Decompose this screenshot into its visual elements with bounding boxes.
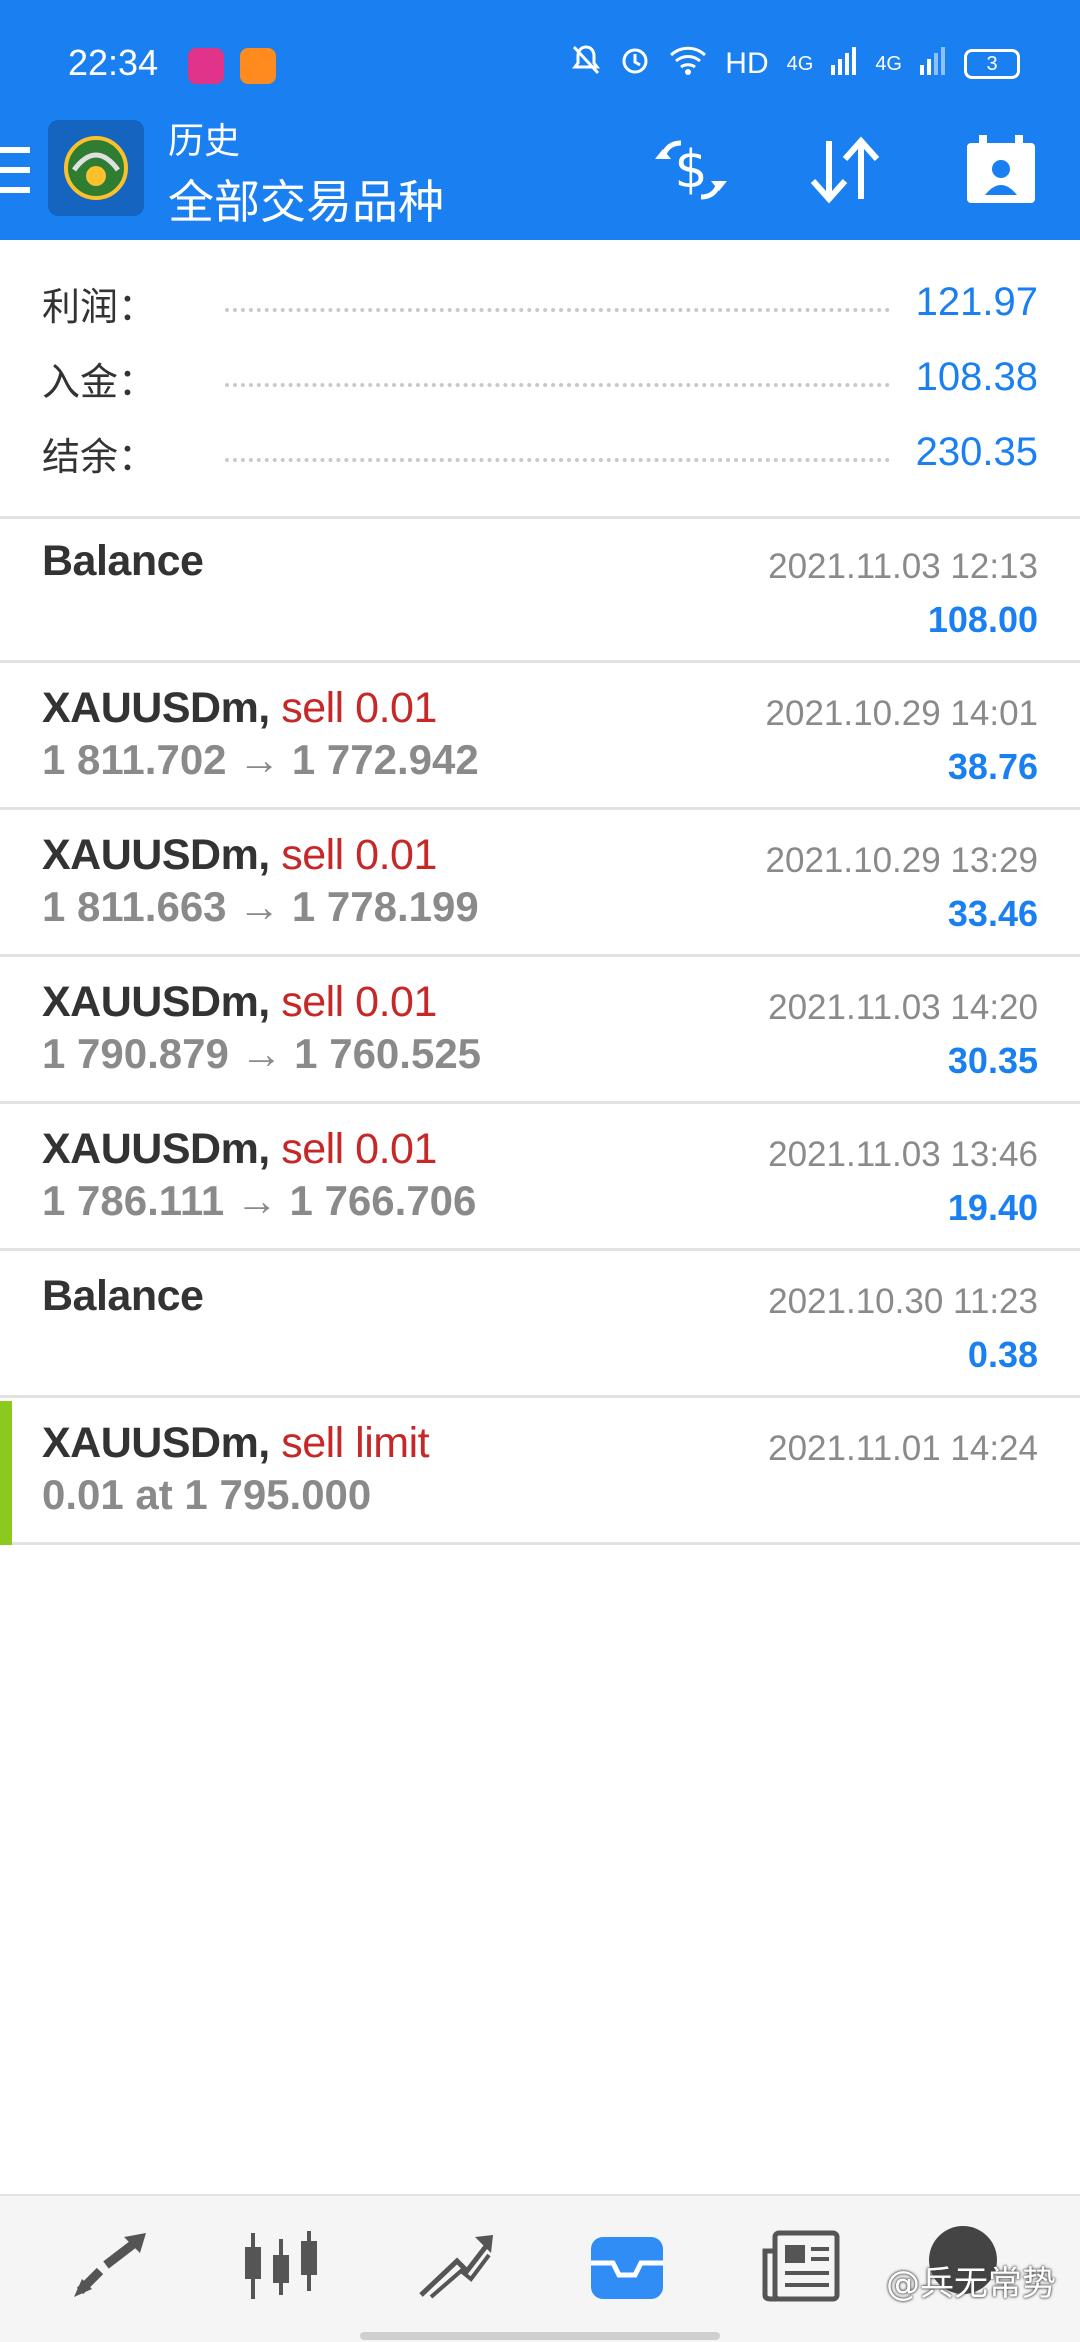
metatrader-logo[interactable] [48,120,144,216]
history-icon[interactable] [582,2226,672,2306]
status-indicators: HD 4G 4G 3 [571,44,1020,84]
deal-row[interactable]: XAUUSDm, sell 0.01 1 790.879 → 1 760.525… [0,960,1080,1104]
deal-row[interactable]: Balance 2021.11.03 12:13 108.00 [0,519,1080,663]
status-bar: 22:34 HD 4G 4G 3 [0,0,1080,128]
deal-symbol: XAUUSDm, [42,1125,270,1173]
chart-icon[interactable] [236,2226,326,2306]
deal-type: sell 0.01 [281,978,437,1026]
deal-symbol: XAUUSDm, [42,831,270,879]
sort-icon[interactable] [800,130,890,210]
deal-prices: 1 811.663 → 1 778.199 [42,883,479,930]
mute-icon [571,44,601,84]
deal-title: XAUUSDm, sell 0.01 [42,684,437,733]
deal-time: 2021.10.30 11:23 [768,1282,1038,1321]
summary-label: 入金： [42,360,157,404]
signal-bars-icon [920,45,946,83]
screen-subtitle: 历史 [168,121,241,162]
signal-4g-label: 4G [875,52,902,75]
summary-value: 121.97 [915,280,1038,324]
deal-profit: 33.46 [947,893,1038,934]
deal-profit: 0.38 [967,1334,1038,1375]
deal-profit: 108.00 [927,599,1038,640]
app-bar: 历史 全部交易品种 $ [0,110,1080,240]
notification-app-icon [188,48,224,84]
order-row[interactable]: XAUUSDm, sell limit 0.01 at 1 795.000 20… [0,1401,1080,1545]
dotted-leader [225,383,890,387]
deal-time: 2021.11.03 12:13 [768,547,1038,586]
menu-icon[interactable] [0,147,30,193]
network-label: HD [725,47,769,80]
deal-type: sell 0.01 [281,684,437,732]
deal-profit: 19.40 [947,1187,1038,1228]
deal-type: sell limit [281,1419,430,1467]
status-time: 22:34 [68,42,159,83]
deal-time: 2021.10.29 13:29 [765,841,1038,880]
pending-order-marker [0,1401,12,1545]
deal-prices: 1 790.879 → 1 760.525 [42,1030,482,1077]
battery-level: 3 [986,52,998,75]
trade-icon[interactable] [410,2226,500,2306]
currency-exchange-icon[interactable]: $ [646,130,736,210]
svg-text:$: $ [674,140,707,200]
deal-time: 2021.11.03 14:20 [768,988,1038,1027]
bottom-navigation: @兵无常势 [0,2194,1080,2342]
battery-icon: 3 [964,49,1020,79]
news-icon[interactable] [756,2226,846,2306]
dotted-leader [225,308,890,312]
deal-title: XAUUSDm, sell 0.01 [42,1125,437,1174]
deal-prices: 1 786.111 → 1 766.706 [42,1177,477,1224]
deal-row[interactable]: XAUUSDm, sell 0.01 1 811.663 → 1 778.199… [0,813,1080,957]
deal-symbol: Balance [42,537,204,585]
deal-time: 2021.11.01 14:24 [768,1429,1038,1468]
summary-row-balance: 结余： 230.35 [0,420,1080,495]
dotted-leader [225,458,890,462]
summary-label: 利润： [42,285,157,329]
deal-title: XAUUSDm, sell 0.01 [42,831,437,880]
quotes-icon[interactable] [65,2226,155,2306]
deal-symbol: Balance [42,1272,204,1320]
summary-label: 结余： [42,435,157,479]
deal-symbol: XAUUSDm, [42,684,270,732]
deal-time: 2021.10.29 14:01 [765,694,1038,733]
deal-prices: 1 811.702 → 1 772.942 [42,736,479,783]
history-summary: 利润： 121.97 入金： 108.38 结余： 230.35 [0,270,1080,495]
deal-symbol: XAUUSDm, [42,978,270,1026]
deal-row[interactable]: Balance 2021.10.30 11:23 0.38 [0,1254,1080,1398]
symbol-filter-title[interactable]: 全部交易品种 [168,166,444,232]
alarm-icon [619,44,651,84]
deal-symbol: XAUUSDm, [42,1419,270,1467]
order-details: 0.01 at 1 795.000 [42,1471,372,1518]
deal-title: XAUUSDm, sell limit [42,1419,430,1468]
deal-row[interactable]: XAUUSDm, sell 0.01 1 811.702 → 1 772.942… [0,666,1080,810]
summary-value: 108.38 [915,355,1038,399]
calendar-period-icon[interactable] [956,130,1046,210]
deal-row[interactable]: XAUUSDm, sell 0.01 1 786.111 → 1 766.706… [0,1107,1080,1251]
wifi-icon [669,45,707,83]
watermark: @兵无常势 [886,2264,1056,2304]
signal-4g-label: 4G [786,52,814,75]
deal-type: sell 0.01 [281,831,437,879]
summary-row-profit: 利润： 121.97 [0,270,1080,345]
summary-row-deposit: 入金： 108.38 [0,345,1080,420]
deal-time: 2021.11.03 13:46 [768,1135,1038,1174]
deal-type: sell 0.01 [281,1125,437,1173]
deal-profit: 38.76 [947,746,1038,787]
home-indicator[interactable] [360,2332,720,2340]
signal-bars-icon [831,45,857,83]
summary-value: 230.35 [915,430,1038,474]
deal-profit: 30.35 [947,1040,1038,1081]
deal-title: XAUUSDm, sell 0.01 [42,978,437,1027]
top-bar: 22:34 HD 4G 4G 3 历史 全部交易品种 $ [0,0,1080,240]
notification-app-icon [240,48,276,84]
